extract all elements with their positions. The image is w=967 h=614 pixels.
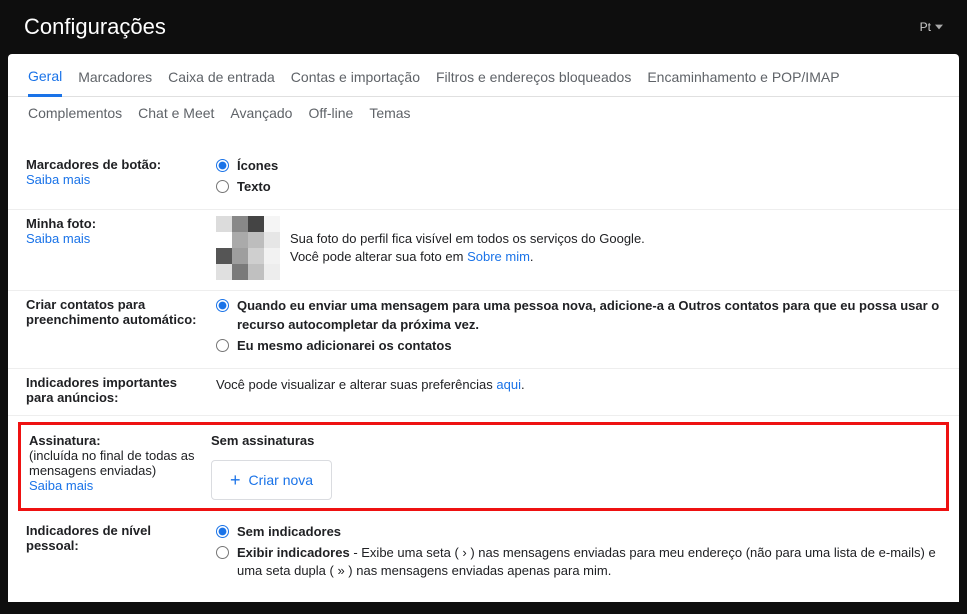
show-indicators-radio[interactable] — [216, 546, 229, 559]
tab-offline[interactable]: Off-line — [308, 105, 353, 131]
signature-subtitle: (incluída no final de todas as mensagens… — [29, 448, 203, 478]
language-label: Pt — [920, 20, 931, 34]
my-photo-title: Minha foto: — [26, 216, 208, 231]
auto-contacts-title-2: preenchimento automático: — [26, 312, 208, 327]
no-signatures-heading: Sem assinaturas — [211, 433, 938, 448]
button-labels-learn-more-link[interactable]: Saiba mais — [26, 172, 90, 187]
tab-accounts[interactable]: Contas e importação — [291, 69, 420, 95]
tab-labels[interactable]: Marcadores — [78, 69, 152, 95]
photo-desc-period: . — [530, 249, 534, 264]
button-labels-icons-radio[interactable] — [216, 159, 229, 172]
profile-photo-placeholder[interactable] — [216, 216, 280, 280]
ads-preferences-link[interactable]: aqui — [496, 377, 521, 392]
tab-filters[interactable]: Filtros e endereços bloqueados — [436, 69, 631, 95]
create-signature-button[interactable]: + Criar nova — [211, 460, 332, 500]
auto-contacts-add-radio[interactable] — [216, 299, 229, 312]
tab-themes[interactable]: Temas — [369, 105, 410, 131]
ads-text-a: Você pode visualizar e alterar suas pref… — [216, 377, 496, 392]
plus-icon: + — [230, 471, 241, 489]
button-labels-title: Marcadores de botão: — [26, 157, 208, 172]
signature-section-highlight: Assinatura: (incluída no final de todas … — [18, 422, 949, 511]
photo-desc-line2a: Você pode alterar sua foto em — [290, 249, 467, 264]
language-switcher[interactable]: Pt — [920, 20, 943, 34]
tab-chat[interactable]: Chat e Meet — [138, 105, 214, 131]
create-signature-label: Criar nova — [249, 472, 314, 488]
tab-forwarding[interactable]: Encaminhamento e POP/IMAP — [647, 69, 839, 95]
auto-contacts-add-label: Quando eu enviar uma mensagem para uma p… — [237, 297, 941, 333]
personal-ind-title-1: Indicadores de nível — [26, 523, 208, 538]
tab-advanced[interactable]: Avançado — [230, 105, 292, 131]
no-indicators-label: Sem indicadores — [237, 523, 341, 541]
chevron-down-icon — [935, 23, 943, 31]
button-labels-text-radio[interactable] — [216, 180, 229, 193]
about-me-link[interactable]: Sobre mim — [467, 249, 530, 264]
page-title: Configurações — [24, 14, 166, 40]
no-indicators-radio[interactable] — [216, 525, 229, 538]
button-labels-icons-label: Ícones — [237, 157, 278, 175]
show-indicators-label: Exibir indicadores — [237, 545, 350, 560]
photo-desc-line1: Sua foto do perfil fica visível em todos… — [290, 230, 645, 248]
tab-general[interactable]: Geral — [28, 68, 62, 97]
tab-inbox[interactable]: Caixa de entrada — [168, 69, 275, 95]
personal-ind-title-2: pessoal: — [26, 538, 208, 553]
ads-title-1: Indicadores importantes — [26, 375, 208, 390]
ads-title-2: para anúncios: — [26, 390, 208, 405]
auto-contacts-title-1: Criar contatos para — [26, 297, 208, 312]
button-labels-text-label: Texto — [237, 178, 271, 196]
tabs-secondary: Complementos Chat e Meet Avançado Off-li… — [8, 97, 959, 145]
signature-title: Assinatura: — [29, 433, 203, 448]
auto-contacts-self-radio[interactable] — [216, 339, 229, 352]
tabs-primary: Geral Marcadores Caixa de entrada Contas… — [8, 54, 959, 97]
signature-learn-more-link[interactable]: Saiba mais — [29, 478, 93, 493]
auto-contacts-self-label: Eu mesmo adicionarei os contatos — [237, 337, 452, 355]
my-photo-learn-more-link[interactable]: Saiba mais — [26, 231, 90, 246]
ads-text-b: . — [521, 377, 525, 392]
tab-addons[interactable]: Complementos — [28, 105, 122, 131]
